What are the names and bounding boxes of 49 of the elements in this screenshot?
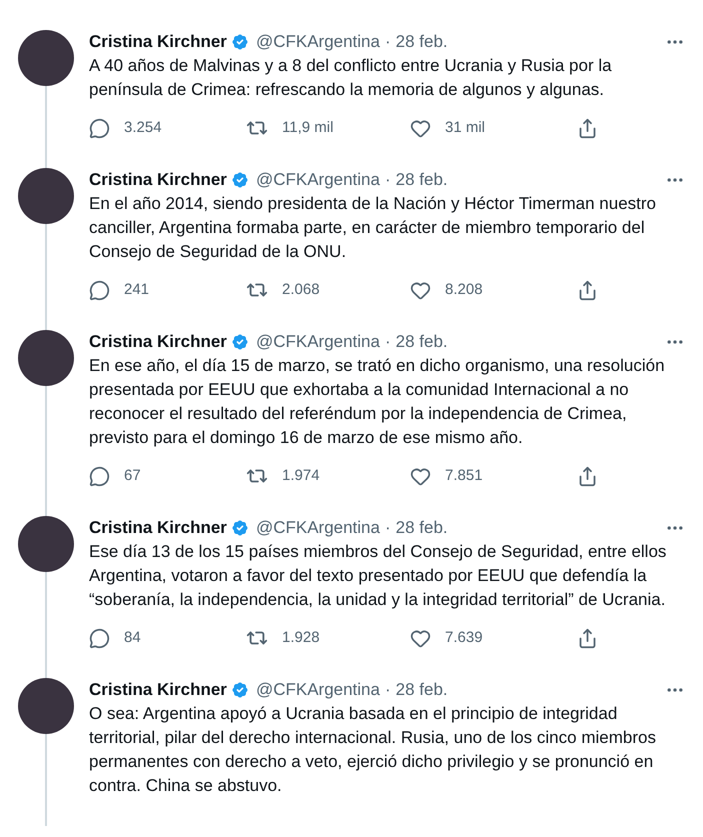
share-icon[interactable] (577, 280, 598, 300)
like-icon[interactable] (410, 118, 431, 138)
action-count: 11,9 mil (282, 118, 334, 138)
like-icon[interactable] (410, 628, 431, 648)
action-count: 84 (124, 628, 141, 648)
tweet-date[interactable]: 28 feb. (396, 677, 448, 703)
action-count: 3.254 (124, 118, 162, 138)
share-icon[interactable] (577, 118, 598, 138)
action-count: 67 (124, 466, 141, 486)
separator: · (384, 517, 391, 540)
reply-icon[interactable] (89, 118, 110, 138)
tweet-text: O sea: Argentina apoyó a Ucrania basada en el principio de integridad territorial, pilar del derecho internacional. Rusia, uno de los cinco miembros permanentes con derecho a veto, ejerció dicho privilegio y se pronunció en contra. China se abstuvo. (89, 703, 657, 797)
author-handle[interactable]: @CFKArgentina (256, 677, 380, 703)
author-handle[interactable]: @CFKArgentina (256, 29, 380, 55)
tweet-text: En ese año, el día 15 de marzo, se trató en dicho organismo, una resolución presentada por EEUU que exhortaba a la comunidad Internacional a no reconocer el resultado del referéndum por la independencia de Crimea, previsto para el domingo 16 de marzo de ese mismo año. (89, 355, 666, 449)
action-count: 8.208 (445, 280, 483, 300)
author-name[interactable]: Cristina Kirchner (89, 677, 227, 703)
tweet-date[interactable]: 28 feb. (396, 515, 448, 541)
author-name[interactable]: Cristina Kirchner (89, 29, 227, 55)
tweet-text: A 40 años de Malvinas y a 8 del conflicto entre Ucrania y Rusia por la península de Crimea: refrescando la memoria de algunos y algunas. (89, 55, 613, 101)
author-name[interactable]: Cristina Kirchner (89, 515, 227, 541)
reply-icon[interactable] (89, 628, 110, 648)
tweet-date[interactable]: 28 feb. (396, 167, 448, 193)
separator: · (384, 169, 391, 192)
author-handle[interactable]: @CFKArgentina (256, 167, 380, 193)
tweet-text: En el año 2014, siendo presidenta de la Nación y Héctor Timerman nuestro canciller, Argentina formaba parte, en carácter de miembro temporario del Consejo de Seguridad de la ONU. (89, 193, 657, 263)
share-icon[interactable] (577, 466, 598, 486)
action-count: 7.639 (445, 628, 483, 648)
action-count: 241 (124, 280, 150, 300)
separator: · (384, 679, 391, 702)
author-handle[interactable]: @CFKArgentina (256, 515, 380, 541)
action-count: 2.068 (282, 280, 320, 300)
share-icon[interactable] (577, 628, 598, 648)
action-count: 1.928 (282, 628, 320, 648)
tweet-date[interactable]: 28 feb. (396, 329, 448, 355)
action-count: 1.974 (282, 466, 320, 486)
author-handle[interactable]: @CFKArgentina (256, 329, 380, 355)
separator: · (384, 31, 391, 54)
action-count: 31 mil (445, 118, 486, 138)
reply-icon[interactable] (89, 280, 110, 300)
author-name[interactable]: Cristina Kirchner (89, 167, 227, 193)
like-icon[interactable] (410, 280, 431, 300)
like-icon[interactable] (410, 466, 431, 486)
reply-icon[interactable] (89, 466, 110, 486)
separator: · (384, 331, 391, 354)
author-name[interactable]: Cristina Kirchner (89, 329, 227, 355)
action-count: 7.851 (445, 466, 483, 486)
tweet-date[interactable]: 28 feb. (396, 29, 448, 55)
tweet-text: Ese día 13 de los 15 países miembros del Consejo de Seguridad, entre ellos Argentina, votaron a favor del texto presentado por EEUU que defendía la “soberanía, la independencia, la unidad y la integridad territorial” de Ucrania. (89, 541, 668, 611)
